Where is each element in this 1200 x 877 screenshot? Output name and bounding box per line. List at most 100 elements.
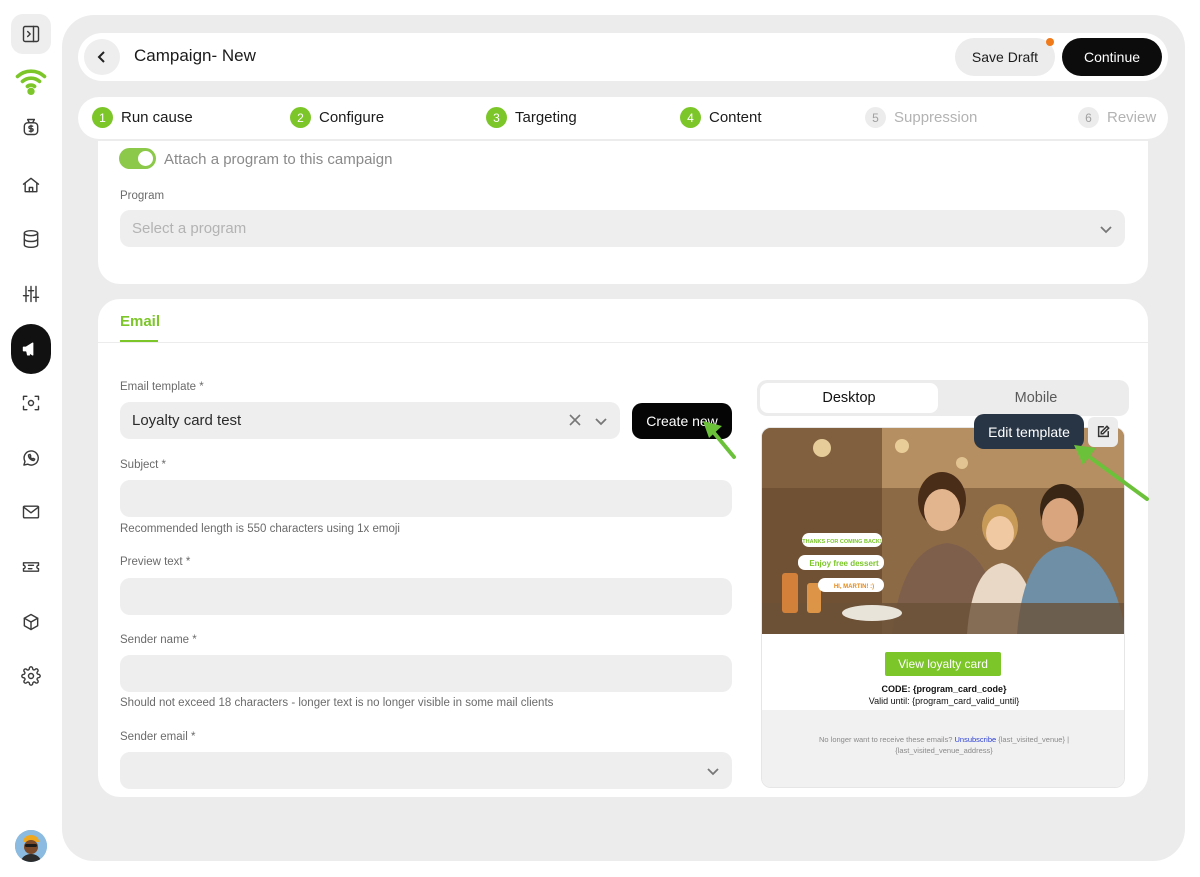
edit-template-icon-button[interactable] [1088, 417, 1118, 447]
edit-icon [1097, 425, 1110, 438]
step-content[interactable]: 4 Content [680, 107, 762, 128]
sidebar-item-campaigns[interactable] [11, 324, 51, 374]
sidebar-item-products[interactable] [11, 602, 51, 642]
sliders-icon [22, 285, 40, 303]
sidebar-toggle-icon [22, 25, 40, 43]
loyalty-code-text: CODE: {program_card_code} [881, 684, 1007, 694]
step-number: 3 [486, 107, 507, 128]
chevron-down-icon [1099, 222, 1113, 236]
sidebar-item-whatsapp[interactable] [11, 438, 51, 478]
money-bag-icon [23, 118, 39, 136]
step-label: Content [709, 109, 762, 126]
step-number: 6 [1078, 107, 1099, 128]
sender-email-select[interactable] [120, 752, 732, 789]
device-option-mobile[interactable]: Mobile [947, 383, 1125, 413]
create-new-template-button[interactable]: Create new [632, 403, 732, 439]
box-icon [23, 613, 39, 631]
sender-name-helper: Should not exceed 18 characters - longer… [120, 697, 554, 709]
image-tag-greeting: HI, MARTIN! :) [834, 584, 874, 590]
avatar-icon [15, 830, 47, 862]
unsubscribe-link: Unsubscribe [954, 735, 997, 744]
unsubscribe-text: No longer want to receive these emails? … [802, 734, 1086, 756]
scan-face-icon [22, 395, 40, 411]
step-label: Run cause [121, 109, 193, 126]
database-icon [23, 229, 39, 249]
sidebar-item-tickets[interactable] [11, 547, 51, 587]
user-avatar[interactable] [15, 830, 47, 862]
sidebar-item-database[interactable] [11, 219, 51, 259]
wifi-logo-icon [15, 69, 47, 96]
step-label: Targeting [515, 109, 577, 126]
sidebar-item-scan[interactable] [11, 383, 51, 423]
home-icon [22, 177, 40, 193]
email-template-value: Loyalty card test [132, 412, 242, 429]
preview-hero-image: THANKS FOR COMING BACK! Enjoy free desse… [762, 428, 1124, 634]
sender-name-label: Sender name * [120, 634, 197, 646]
edit-template-button[interactable]: Edit template [974, 414, 1084, 449]
step-number: 2 [290, 107, 311, 128]
image-tag-dessert: Enjoy free dessert [809, 559, 879, 568]
close-icon [569, 414, 581, 426]
step-number: 5 [865, 107, 886, 128]
subject-helper: Recommended length is 550 characters usi… [120, 523, 400, 535]
program-label: Program [120, 190, 165, 202]
tab-divider [98, 342, 1148, 343]
sidebar-item-email[interactable] [11, 492, 51, 532]
page-title: Campaign- New [134, 46, 256, 65]
page-header: Campaign- New Save Draft Continue [78, 33, 1168, 81]
unsubscribe-prefix: No longer want to receive these emails? [818, 735, 953, 744]
continue-button[interactable]: Continue [1062, 38, 1162, 76]
chevron-left-icon [97, 51, 105, 63]
attach-program-toggle[interactable] [119, 148, 156, 169]
email-preview: THANKS FOR COMING BACK! Enjoy free desse… [761, 427, 1125, 788]
loyalty-valid-until-text: Valid until: {program_card_valid_until} [868, 696, 1020, 706]
image-tag-thanks: THANKS FOR COMING BACK! [802, 539, 882, 545]
step-number: 4 [680, 107, 701, 128]
gear-icon [21, 666, 41, 686]
program-section: Attach a program to this campaign Progra… [98, 141, 1148, 284]
sidebar-item-home[interactable] [11, 165, 51, 205]
step-number: 1 [92, 107, 113, 128]
step-label: Suppression [894, 109, 978, 126]
back-button[interactable] [84, 39, 120, 75]
email-template-label: Email template * [120, 381, 204, 393]
stepper: 1 Run cause 2 Configure 3 Targeting 4 Co… [78, 97, 1168, 139]
step-targeting[interactable]: 3 Targeting [486, 107, 577, 128]
wifi-logo[interactable] [11, 60, 51, 100]
sidebar-item-settings-sliders[interactable] [11, 274, 51, 314]
chevron-down-icon [706, 764, 720, 778]
whatsapp-icon [23, 450, 39, 466]
sender-email-label: Sender email * [120, 731, 196, 743]
step-suppression[interactable]: 5 Suppression [865, 107, 977, 128]
step-configure[interactable]: 2 Configure [290, 107, 384, 128]
step-label: Configure [319, 109, 385, 126]
family-photo-illustration: THANKS FOR COMING BACK! Enjoy free desse… [762, 428, 1124, 634]
sidebar-item-settings[interactable] [11, 656, 51, 696]
chevron-down-icon [594, 414, 608, 428]
sidebar [0, 0, 62, 877]
preview-text-input[interactable] [120, 578, 732, 615]
step-run-cause[interactable]: 1 Run cause [92, 107, 193, 128]
email-section: Email Email template * Loyalty card test… [98, 299, 1148, 797]
device-toggle: Desktop Mobile [757, 380, 1129, 416]
clear-template-button[interactable] [568, 413, 582, 427]
sidebar-item-payments[interactable] [11, 107, 51, 147]
preview-text-label: Preview text * [120, 556, 191, 568]
subject-input[interactable] [120, 480, 732, 517]
email-template-select[interactable]: Loyalty card test [120, 402, 620, 439]
ticket-icon [22, 562, 40, 572]
save-draft-label: Save Draft [971, 49, 1039, 65]
step-review[interactable]: 6 Review [1078, 107, 1156, 128]
view-loyalty-card-button: View loyalty card [885, 652, 1001, 676]
megaphone-icon [22, 342, 34, 356]
sidebar-toggle-button[interactable] [11, 14, 51, 54]
program-select-placeholder: Select a program [132, 220, 247, 237]
save-draft-button[interactable]: Save Draft [955, 38, 1055, 76]
attach-program-label: Attach a program to this campaign [164, 151, 393, 168]
tab-email[interactable]: Email [120, 313, 160, 330]
program-select[interactable]: Select a program [120, 210, 1125, 247]
device-option-desktop[interactable]: Desktop [760, 383, 938, 413]
sender-name-input[interactable] [120, 655, 732, 692]
mail-icon [22, 505, 40, 519]
subject-label: Subject * [120, 459, 167, 471]
